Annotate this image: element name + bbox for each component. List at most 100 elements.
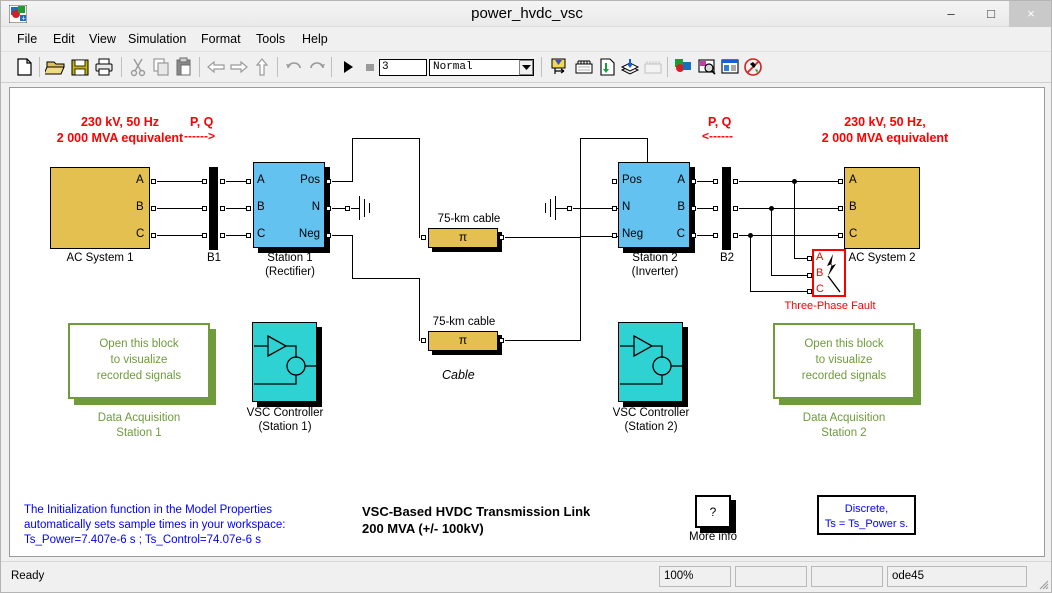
- build-model-icon[interactable]: [619, 56, 641, 78]
- wire-fault-c-v: [750, 235, 751, 292]
- paste-icon[interactable]: [173, 56, 195, 78]
- vsc-controller-1-caption: VSC Controller (Station 1): [246, 407, 324, 433]
- close-button[interactable]: ×: [1009, 1, 1051, 27]
- find-icon[interactable]: [696, 56, 718, 78]
- busbar-b1-caption: B1: [206, 252, 222, 264]
- back-icon[interactable]: [205, 56, 227, 78]
- start-simulation-icon[interactable]: [337, 56, 359, 78]
- wire-cable-top-right-h: [505, 237, 581, 238]
- open-model-icon[interactable]: [45, 56, 67, 78]
- ac1-port-c: C: [136, 228, 145, 240]
- port-terminal: [838, 233, 843, 238]
- port-terminal: [612, 179, 617, 184]
- simulink-model-icon[interactable]: [673, 56, 695, 78]
- wire-st2-b2-b: [697, 208, 714, 209]
- wire-st1-n: [332, 208, 346, 209]
- minimize-button[interactable]: –: [931, 1, 971, 27]
- solver-name: ode45: [887, 566, 1027, 587]
- vsc-controller-2-caption: VSC Controller (Station 2): [612, 407, 690, 433]
- busbar-b2-caption: B2: [719, 252, 735, 264]
- controller-diagram-icon: [252, 322, 317, 402]
- menu-simulation[interactable]: Simulation: [120, 27, 194, 52]
- toolbar-separator: [331, 57, 332, 77]
- block-ac-system-1[interactable]: [50, 167, 150, 249]
- redo-icon[interactable]: [306, 56, 328, 78]
- port-terminal: [713, 179, 718, 184]
- port-terminal: [202, 233, 207, 238]
- menu-help[interactable]: Help: [294, 27, 336, 52]
- port-terminal: [326, 179, 331, 184]
- chevron-down-icon[interactable]: [519, 60, 533, 75]
- status-text: Ready: [11, 570, 45, 582]
- print-icon[interactable]: [93, 56, 115, 78]
- cut-icon[interactable]: [127, 56, 149, 78]
- wire-cable-top-right-v: [580, 138, 581, 238]
- maximize-button[interactable]: □: [971, 1, 1011, 27]
- up-icon[interactable]: [251, 56, 273, 78]
- port-terminal: [691, 179, 696, 184]
- forward-icon[interactable]: [228, 56, 250, 78]
- port-terminal: [691, 206, 696, 211]
- st2-out-c: C: [676, 228, 685, 240]
- cable-bottom-label: 75-km cable: [432, 316, 496, 328]
- model-explorer-icon[interactable]: [573, 56, 595, 78]
- powergui-text: Discrete, Ts = Ts_Power s.: [824, 503, 909, 530]
- wire-b2-ac2-a: [739, 181, 839, 182]
- menu-bar: File Edit View Simulation Format Tools H…: [1, 27, 1051, 52]
- st2-in-pos: Pos: [622, 174, 642, 186]
- library-browser-icon[interactable]: [549, 56, 571, 78]
- st2-out-b: B: [677, 201, 685, 213]
- wire-b1-st1-b: [226, 208, 247, 209]
- resize-grip-icon[interactable]: [1037, 577, 1049, 590]
- port-terminal: [733, 179, 738, 184]
- ac2-port-a: A: [849, 174, 857, 186]
- update-diagram-icon[interactable]: [596, 56, 618, 78]
- daq2-text: Open this block to visualize recorded si…: [801, 338, 887, 382]
- save-icon[interactable]: [69, 56, 91, 78]
- disable-links-icon[interactable]: [742, 56, 764, 78]
- block-more-info[interactable]: ?: [695, 495, 731, 528]
- block-parameters-icon[interactable]: [719, 56, 741, 78]
- model-canvas[interactable]: 230 kV, 50 Hz 2 000 MVA equivalent P, Q …: [9, 87, 1045, 557]
- st1-out-n: N: [311, 201, 320, 213]
- wire-st2-b2-a: [697, 181, 714, 182]
- menu-file[interactable]: File: [9, 27, 45, 52]
- copy-icon[interactable]: [150, 56, 172, 78]
- cable-top-label: 75-km cable: [437, 213, 501, 225]
- wire-to-cable-bottom: [352, 278, 419, 279]
- port-terminal: [713, 233, 718, 238]
- port-terminal: [421, 235, 426, 240]
- simulation-time-input[interactable]: 3: [379, 59, 427, 76]
- stop-simulation-icon[interactable]: [359, 56, 381, 78]
- wire-ac1-b1-c: [157, 235, 203, 236]
- debug-icon[interactable]: [642, 56, 664, 78]
- fault-port-b: B: [816, 267, 824, 279]
- port-terminal: [838, 179, 843, 184]
- st2-in-neg: Neg: [622, 228, 644, 240]
- st1-in-b: B: [257, 201, 265, 213]
- wire-fault-b-v: [771, 208, 772, 276]
- annotation-left-pq-arrow: ------>: [184, 129, 215, 143]
- undo-icon[interactable]: [283, 56, 305, 78]
- port-terminal: [838, 206, 843, 211]
- menu-format[interactable]: Format: [193, 27, 249, 52]
- wire-st1-pos-h: [332, 181, 352, 182]
- new-model-icon[interactable]: [13, 56, 35, 78]
- daq2-caption: Data Acquisition Station 2: [802, 412, 886, 439]
- block-busbar-b1[interactable]: [209, 167, 218, 250]
- wire-fault-c-h: [750, 291, 809, 292]
- ground-icon-bar2: [364, 199, 365, 217]
- more-info-caption: More info: [689, 531, 737, 543]
- menu-tools[interactable]: Tools: [248, 27, 293, 52]
- wire-fault-b-h: [771, 275, 809, 276]
- wire-b2-ac2-b: [739, 208, 839, 209]
- ground-icon-bar1: [359, 196, 360, 220]
- port-terminal: [499, 235, 504, 240]
- menu-view[interactable]: View: [81, 27, 124, 52]
- port-terminal: [567, 206, 572, 211]
- cable-group-label: Cable: [442, 368, 475, 382]
- port-terminal: [202, 179, 207, 184]
- block-busbar-b2[interactable]: [722, 167, 731, 250]
- st1-out-pos: Pos: [300, 174, 320, 186]
- menu-edit[interactable]: Edit: [45, 27, 83, 52]
